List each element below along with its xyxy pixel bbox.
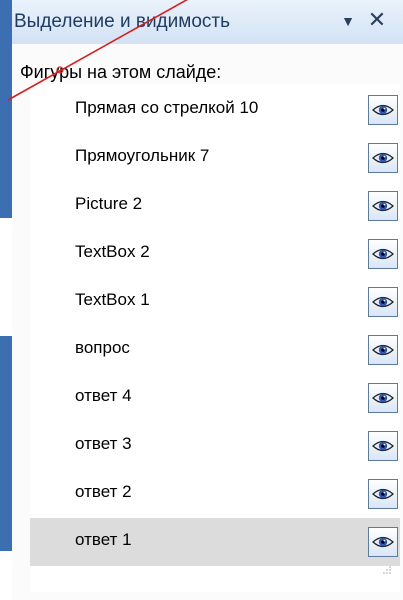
shape-list-item[interactable]: ответ 1 bbox=[30, 518, 400, 566]
shape-list-item[interactable]: Picture 2 bbox=[30, 182, 400, 230]
eye-icon bbox=[372, 536, 394, 548]
eye-icon bbox=[372, 296, 394, 308]
resize-grip-icon[interactable] bbox=[382, 565, 392, 575]
shape-name: вопрос bbox=[75, 338, 130, 357]
shape-name: ответ 3 bbox=[75, 434, 132, 453]
shape-name: ответ 4 bbox=[75, 386, 132, 405]
visibility-toggle-button[interactable] bbox=[368, 383, 398, 413]
eye-icon bbox=[372, 152, 394, 164]
visibility-toggle-button[interactable] bbox=[368, 143, 398, 173]
visibility-toggle-button[interactable] bbox=[368, 479, 398, 509]
shape-name: Picture 2 bbox=[75, 194, 143, 213]
visibility-toggle-button[interactable] bbox=[368, 287, 398, 317]
shape-name: ответ 2 bbox=[75, 482, 132, 501]
shape-name: Прямоугольник 7 bbox=[75, 146, 210, 165]
shape-list: Прямая со стрелкой 10 Прямоугольник 7 Pict… bbox=[30, 84, 400, 592]
visibility-toggle-button[interactable] bbox=[368, 191, 398, 221]
visibility-toggle-button[interactable] bbox=[368, 527, 398, 557]
visibility-toggle-button[interactable] bbox=[368, 431, 398, 461]
shape-name: ответ 1 bbox=[75, 530, 132, 549]
shape-name: TextBox 1 bbox=[75, 290, 150, 309]
shape-list-item[interactable]: ответ 2 bbox=[30, 470, 400, 518]
eye-icon bbox=[372, 440, 394, 452]
shape-list-item[interactable]: ответ 3 bbox=[30, 422, 400, 470]
eye-icon bbox=[372, 248, 394, 260]
eye-icon bbox=[372, 200, 394, 212]
shape-list-item[interactable]: вопрос bbox=[30, 326, 400, 374]
shape-list-item[interactable]: TextBox 1 bbox=[30, 278, 400, 326]
eye-icon bbox=[372, 344, 394, 356]
shape-list-item[interactable]: Прямоугольник 7 bbox=[30, 134, 400, 182]
shape-name: TextBox 2 bbox=[75, 242, 150, 261]
visibility-toggle-button[interactable] bbox=[368, 239, 398, 269]
shape-list-item[interactable]: TextBox 2 bbox=[30, 230, 400, 278]
red-arrow-line bbox=[7, 0, 189, 101]
shape-list-item[interactable]: ответ 4 bbox=[30, 374, 400, 422]
eye-icon bbox=[372, 488, 394, 500]
slide-edge-bottom bbox=[0, 336, 12, 551]
eye-icon bbox=[372, 392, 394, 404]
visibility-toggle-button[interactable] bbox=[368, 335, 398, 365]
